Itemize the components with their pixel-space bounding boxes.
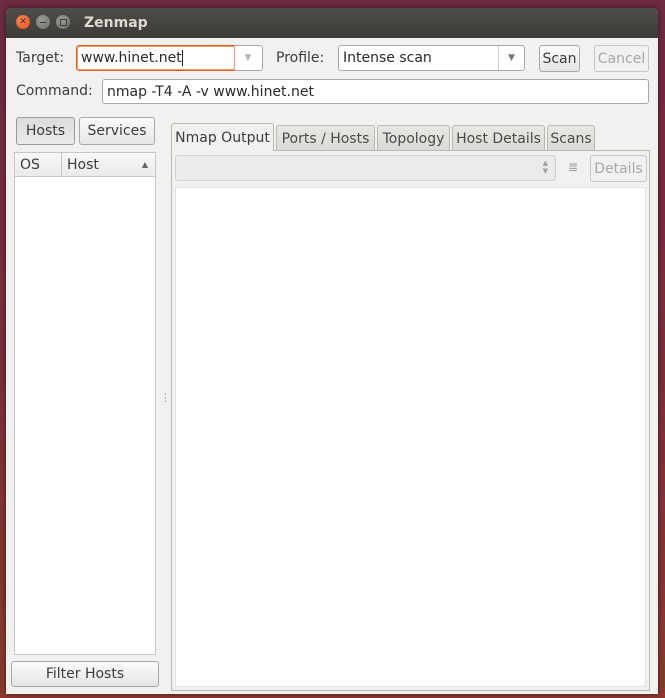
filter-hosts-label: Filter Hosts: [45, 666, 125, 682]
os-column-label: OS: [20, 157, 40, 173]
scan-button-label: Scan: [542, 50, 577, 67]
window-title: Zenmap: [84, 15, 148, 31]
details-button-label: Details: [594, 160, 643, 177]
profile-label: Profile:: [276, 50, 325, 66]
target-dropdown[interactable]: ▼: [235, 45, 263, 71]
title-bar: ✕ Zenmap: [6, 8, 658, 38]
command-value: nmap -T4 -A -v www.hinet.net: [107, 84, 314, 100]
tab-nmap-output-label: Nmap Output: [175, 129, 270, 146]
profile-combo[interactable]: Intense scan ▼: [338, 45, 525, 71]
host-list[interactable]: OS Host ▲: [14, 152, 156, 655]
maximize-icon[interactable]: [56, 15, 70, 29]
nmap-output-panel: ▲ ▼ ≣ Details: [171, 150, 650, 691]
target-value: www.hinet.net: [81, 50, 182, 66]
nmap-output-text-area[interactable]: [175, 187, 646, 687]
filter-hosts-button[interactable]: Filter Hosts: [11, 661, 159, 687]
command-label: Command:: [16, 83, 93, 99]
target-input[interactable]: www.hinet.net: [76, 45, 236, 71]
os-column-header[interactable]: OS: [15, 153, 62, 177]
sort-ascending-icon: ▲: [141, 160, 148, 169]
chevron-down-icon: ▼: [244, 53, 252, 63]
tab-scans-label: Scans: [550, 130, 592, 147]
tab-nmap-output[interactable]: Nmap Output: [171, 123, 274, 151]
hosts-toggle-button[interactable]: Hosts: [16, 117, 75, 145]
host-column-label: Host: [67, 157, 99, 173]
tab-topology[interactable]: Topology: [377, 125, 450, 151]
tab-scans[interactable]: Scans: [547, 125, 595, 151]
hosts-button-label: Hosts: [25, 123, 66, 139]
close-icon[interactable]: ✕: [16, 15, 30, 29]
chevron-down-icon: ▼: [498, 46, 524, 70]
details-button[interactable]: Details: [590, 155, 647, 182]
scan-button[interactable]: Scan: [539, 45, 580, 72]
cancel-button[interactable]: Cancel: [594, 45, 649, 72]
tab-ports-hosts-label: Ports / Hosts: [281, 130, 370, 147]
host-column-header[interactable]: Host ▲: [62, 153, 155, 177]
services-button-label: Services: [87, 123, 147, 139]
pane-divider-grip[interactable]: ⋮: [160, 392, 171, 403]
spinner-arrows-icon: ▲ ▼: [542, 159, 548, 175]
services-toggle-button[interactable]: Services: [79, 117, 155, 145]
tab-host-details[interactable]: Host Details: [452, 125, 545, 151]
tab-host-details-label: Host Details: [456, 130, 541, 147]
drag-handle-icon: ≣: [568, 160, 578, 174]
profile-value: Intense scan: [343, 50, 432, 66]
minimize-icon[interactable]: [36, 15, 50, 29]
target-label: Target:: [16, 50, 65, 66]
host-select-combo[interactable]: ▲ ▼: [175, 155, 556, 181]
tab-topology-label: Topology: [382, 130, 445, 147]
zenmap-window: ✕ Zenmap Target: www.hinet.net ▼ Profile…: [6, 8, 658, 694]
cancel-button-label: Cancel: [597, 50, 646, 67]
command-input[interactable]: nmap -T4 -A -v www.hinet.net: [102, 79, 649, 104]
tab-ports-hosts[interactable]: Ports / Hosts: [276, 125, 375, 151]
